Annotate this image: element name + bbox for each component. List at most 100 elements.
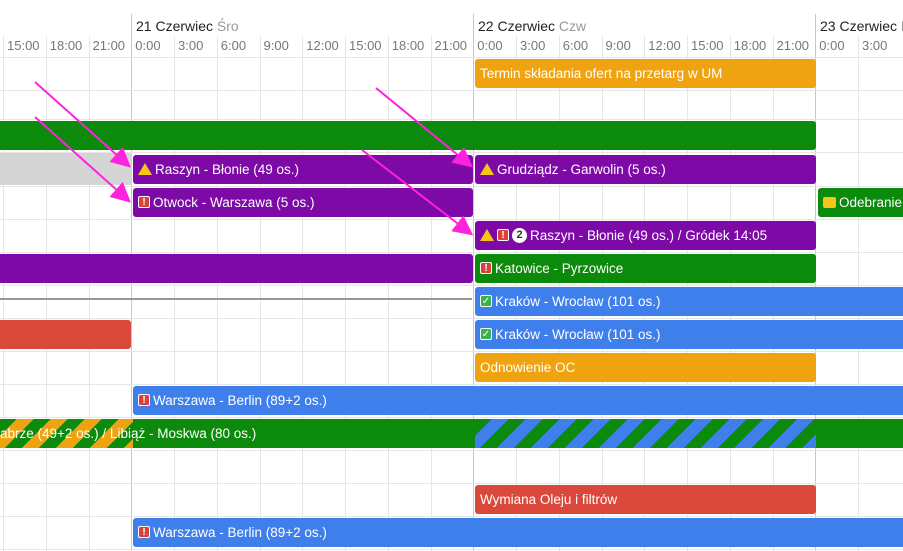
hour-label: 21:00 bbox=[776, 38, 810, 53]
warning-icon bbox=[138, 163, 152, 176]
event-odnowienie-oc[interactable]: Odnowienie OC bbox=[475, 353, 816, 382]
hour-label: 21:00 bbox=[92, 38, 126, 53]
grid-row-line bbox=[0, 450, 903, 451]
grid-row-line bbox=[0, 186, 903, 187]
event-label: Grudziądz - Garwolin (5 os.) bbox=[497, 162, 666, 177]
event-termin-skladania[interactable]: Termin składania ofert na przetarg w UM bbox=[475, 59, 816, 88]
event-purple-left[interactable] bbox=[0, 254, 473, 283]
hour-label: 12:00 bbox=[306, 38, 339, 53]
event-label: Wymiana Oleju i filtrów bbox=[480, 492, 618, 507]
count-badge: 2 bbox=[512, 227, 527, 243]
grid-row-line bbox=[0, 57, 903, 58]
event-label: Kraków - Wrocław (101 os.) bbox=[495, 294, 661, 309]
event-otwock-warszawa[interactable]: ! Otwock - Warszawa (5 os.) bbox=[133, 188, 473, 217]
alert-icon: ! bbox=[138, 526, 150, 539]
solid-segment bbox=[816, 419, 903, 448]
day-of-week: Czw bbox=[558, 18, 587, 34]
grid-row-line bbox=[0, 384, 903, 385]
hour-label: 0:00 bbox=[819, 38, 845, 53]
event-green-long[interactable] bbox=[0, 121, 816, 150]
grid-row-line bbox=[0, 285, 903, 286]
event-label: Warszawa - Berlin (89+2 os.) bbox=[153, 393, 327, 408]
grid-row-line bbox=[0, 119, 903, 120]
hour-label: 9:00 bbox=[605, 38, 631, 53]
event-striped-moskwa: abrze (49+2 os.) / Libiąż - Moskwa (80 o… bbox=[0, 419, 256, 448]
event-label: Katowice - Pyrzowice bbox=[495, 261, 624, 276]
grid-column-line bbox=[259, 36, 261, 551]
alert-icon: ! bbox=[480, 262, 492, 275]
grid-column-line bbox=[88, 36, 90, 551]
grid-column-line bbox=[473, 14, 475, 551]
event-katowice-pyrzowice[interactable]: ! Katowice - Pyrzowice bbox=[475, 254, 816, 283]
event-raszyn-blonie[interactable]: Raszyn - Błonie (49 os.) bbox=[133, 155, 473, 184]
grid-column-line bbox=[216, 36, 218, 551]
event-krakow-wroclaw-1[interactable]: ✓ Kraków - Wrocław (101 os.) bbox=[475, 287, 903, 316]
day-header-23: 23 Czerwiec P bbox=[820, 18, 903, 34]
event-label: Raszyn - Błonie (49 os.) / Gródek 14:05 bbox=[530, 228, 768, 243]
hour-label: 15:00 bbox=[349, 38, 382, 53]
event-warszawa-berlin-2[interactable]: ! Warszawa - Berlin (89+2 os.) bbox=[133, 518, 903, 547]
event-odebranie[interactable]: Odebranie bbox=[818, 188, 903, 217]
timeline-connector-line bbox=[0, 298, 472, 300]
hour-label: 18:00 bbox=[391, 38, 425, 53]
event-label: Termin składania ofert na przetarg w UM bbox=[480, 66, 723, 81]
hour-label: 18:00 bbox=[49, 38, 83, 53]
alert-icon: ! bbox=[497, 229, 509, 242]
grid-row-line bbox=[0, 351, 903, 352]
alert-icon: ! bbox=[138, 196, 150, 209]
grid-row-line bbox=[0, 417, 903, 418]
day-date: 23 Czerwiec bbox=[820, 18, 898, 34]
grid-column-line bbox=[387, 36, 389, 551]
hour-label: 15:00 bbox=[7, 38, 40, 53]
grid-column-line bbox=[174, 36, 175, 551]
check-icon: ✓ bbox=[480, 328, 492, 341]
day-date: 22 Czerwiec bbox=[478, 18, 556, 34]
event-red-left[interactable] bbox=[0, 320, 131, 349]
hour-label: 3:00 bbox=[178, 38, 204, 53]
day-date: 21 Czerwiec bbox=[136, 18, 214, 34]
grid-row-line bbox=[0, 252, 903, 253]
hour-label: 0:00 bbox=[477, 38, 503, 53]
check-icon: ✓ bbox=[480, 295, 492, 308]
hour-label: 0:00 bbox=[135, 38, 161, 53]
grid-row-line bbox=[0, 90, 903, 91]
warning-icon bbox=[480, 163, 494, 176]
hour-label: 3:00 bbox=[520, 38, 546, 53]
event-label: Kraków - Wrocław (101 os.) bbox=[495, 327, 661, 342]
hour-label: 6:00 bbox=[220, 38, 247, 53]
grid-column-line bbox=[302, 36, 304, 551]
warning-icon bbox=[480, 229, 494, 242]
unavailable-block bbox=[0, 153, 132, 185]
grid-column-line bbox=[345, 36, 346, 551]
hour-label: 12:00 bbox=[648, 38, 681, 53]
hour-label: 3:00 bbox=[862, 38, 888, 53]
grid-row-line bbox=[0, 152, 903, 153]
event-label: Odnowienie OC bbox=[480, 360, 576, 375]
grid-column-line bbox=[45, 36, 47, 551]
hour-label: 9:00 bbox=[263, 38, 289, 53]
day-header-22: 22 Czerwiec Czw bbox=[478, 18, 586, 34]
note-icon bbox=[823, 196, 836, 208]
event-label: Raszyn - Błonie (49 os.) bbox=[155, 162, 300, 177]
event-raszyn-grodek[interactable]: ! 2 Raszyn - Błonie (49 os.) / Gródek 14:0… bbox=[475, 221, 816, 250]
event-krakow-wroclaw-2[interactable]: ✓ Kraków - Wrocław (101 os.) bbox=[475, 320, 903, 349]
event-striped-moskwa-container[interactable]: abrze (49+2 os.) / Libiąż - Moskwa (80 o… bbox=[0, 419, 903, 448]
alert-icon: ! bbox=[138, 394, 150, 407]
grid-row-line bbox=[0, 219, 903, 220]
grid-column-line bbox=[3, 36, 4, 551]
grid-column-line bbox=[430, 36, 432, 551]
event-warszawa-berlin-1[interactable]: ! Warszawa - Berlin (89+2 os.) bbox=[133, 386, 903, 415]
hour-label: 15:00 bbox=[691, 38, 724, 53]
event-wymiana-oleju[interactable]: Wymiana Oleju i filtrów bbox=[475, 485, 816, 514]
hour-label: 18:00 bbox=[733, 38, 767, 53]
event-grudziadz-garwolin[interactable]: Grudziądz - Garwolin (5 os.) bbox=[475, 155, 816, 184]
grid-row-line bbox=[0, 318, 903, 319]
hour-label: 6:00 bbox=[562, 38, 589, 53]
day-header-21: 21 Czerwiec Śro bbox=[136, 18, 239, 34]
grid-row-line bbox=[0, 516, 903, 517]
event-label: Warszawa - Berlin (89+2 os.) bbox=[153, 525, 327, 540]
event-label: Otwock - Warszawa (5 os.) bbox=[153, 195, 315, 210]
event-label: Odebranie bbox=[839, 195, 903, 210]
hour-label: 21:00 bbox=[434, 38, 468, 53]
stripe-segment bbox=[475, 419, 816, 448]
